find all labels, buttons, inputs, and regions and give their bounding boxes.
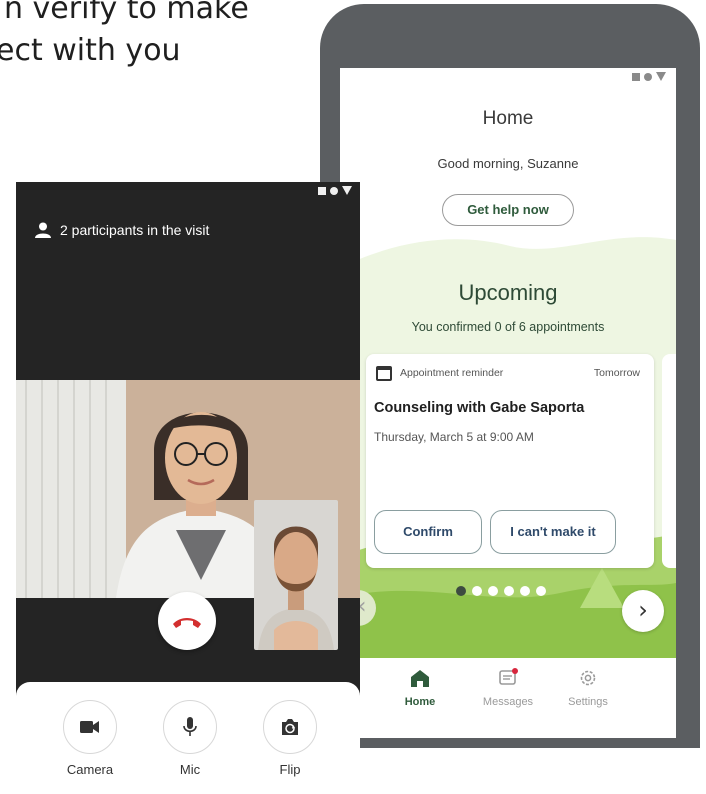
messages-icon <box>499 668 518 685</box>
nav-item-messages[interactable]: Messages <box>468 668 548 708</box>
wifi-icon <box>656 72 666 81</box>
flip-button[interactable] <box>263 700 317 754</box>
camera-label: Camera <box>66 762 114 777</box>
flip-control: Flip <box>260 700 320 777</box>
end-call-button[interactable] <box>158 592 216 650</box>
video-call-screen: 2 participants in the visit Camera Mic F… <box>16 182 360 794</box>
carousel-dots <box>456 586 546 596</box>
notification-badge <box>512 668 518 674</box>
person-icon <box>35 222 51 238</box>
mic-button[interactable] <box>163 700 217 754</box>
nav-label-messages: Messages <box>482 696 534 708</box>
flip-label: Flip <box>279 762 301 777</box>
self-video-feed <box>254 500 338 650</box>
mic-label: Mic <box>179 762 201 777</box>
calendar-icon <box>376 366 392 381</box>
carousel-dot[interactable] <box>520 586 530 596</box>
headline: n verify to make ect with you <box>0 0 249 72</box>
carousel-dot[interactable] <box>504 586 514 596</box>
next-appointment-card[interactable] <box>662 354 676 568</box>
signal-icon <box>318 186 326 195</box>
nav-item-settings[interactable]: Settings <box>548 668 628 708</box>
status-bar <box>632 72 666 81</box>
carousel-dot[interactable] <box>472 586 482 596</box>
confirm-button[interactable]: Confirm <box>374 510 482 554</box>
participants-text: 2 participants in the visit <box>60 222 210 238</box>
upcoming-title: Upcoming <box>458 280 558 305</box>
card-type: Appointment reminder <box>400 367 504 379</box>
greeting-text: Good morning, Suzanne <box>437 156 579 171</box>
nav-item-home[interactable]: Home <box>380 668 460 708</box>
card-when: Tomorrow <box>593 367 640 379</box>
carousel-dot[interactable] <box>456 586 466 596</box>
mic-icon <box>183 717 197 736</box>
battery-icon <box>330 186 338 195</box>
nav-label-settings: Settings <box>568 696 608 708</box>
headline-line-2: ect with you <box>0 33 181 68</box>
chevron-right-icon: › <box>638 596 648 624</box>
camera-button[interactable] <box>63 700 117 754</box>
page-title: Home <box>482 108 534 129</box>
nav-label-home: Home <box>404 696 436 708</box>
camera-icon <box>80 721 99 733</box>
participants-indicator: 2 participants in the visit <box>34 222 209 238</box>
status-bar <box>318 186 352 195</box>
end-call-icon <box>173 618 201 628</box>
carousel-dot[interactable] <box>536 586 546 596</box>
call-controls: Camera Mic Flip <box>16 682 360 794</box>
signal-icon <box>632 72 640 81</box>
flip-camera-icon <box>282 719 298 735</box>
home-icon <box>411 670 429 687</box>
headline-line-1: n verify to make <box>4 0 249 26</box>
appointment-card: Appointment reminder Tomorrow Counseling… <box>366 354 654 568</box>
carousel-next-button[interactable]: › <box>622 590 664 632</box>
carousel-dot[interactable] <box>488 586 498 596</box>
cant-make-it-button[interactable]: I can't make it <box>490 510 616 554</box>
patient-app-screen: Home Good morning, Suzanne Get help now … <box>340 68 676 738</box>
battery-icon <box>644 72 652 81</box>
bottom-navigation: Home Messages Settings <box>340 660 676 738</box>
wifi-icon <box>342 186 352 195</box>
mic-control: Mic <box>160 700 220 777</box>
appointment-datetime: Thursday, March 5 at 9:00 AM <box>374 430 534 444</box>
confirmed-count: You confirmed 0 of 6 appointments <box>411 320 605 334</box>
gear-icon <box>580 670 596 686</box>
get-help-button[interactable]: Get help now <box>442 194 574 226</box>
camera-control: Camera <box>60 700 120 777</box>
appointment-title: Counseling with Gabe Saporta <box>374 400 585 416</box>
